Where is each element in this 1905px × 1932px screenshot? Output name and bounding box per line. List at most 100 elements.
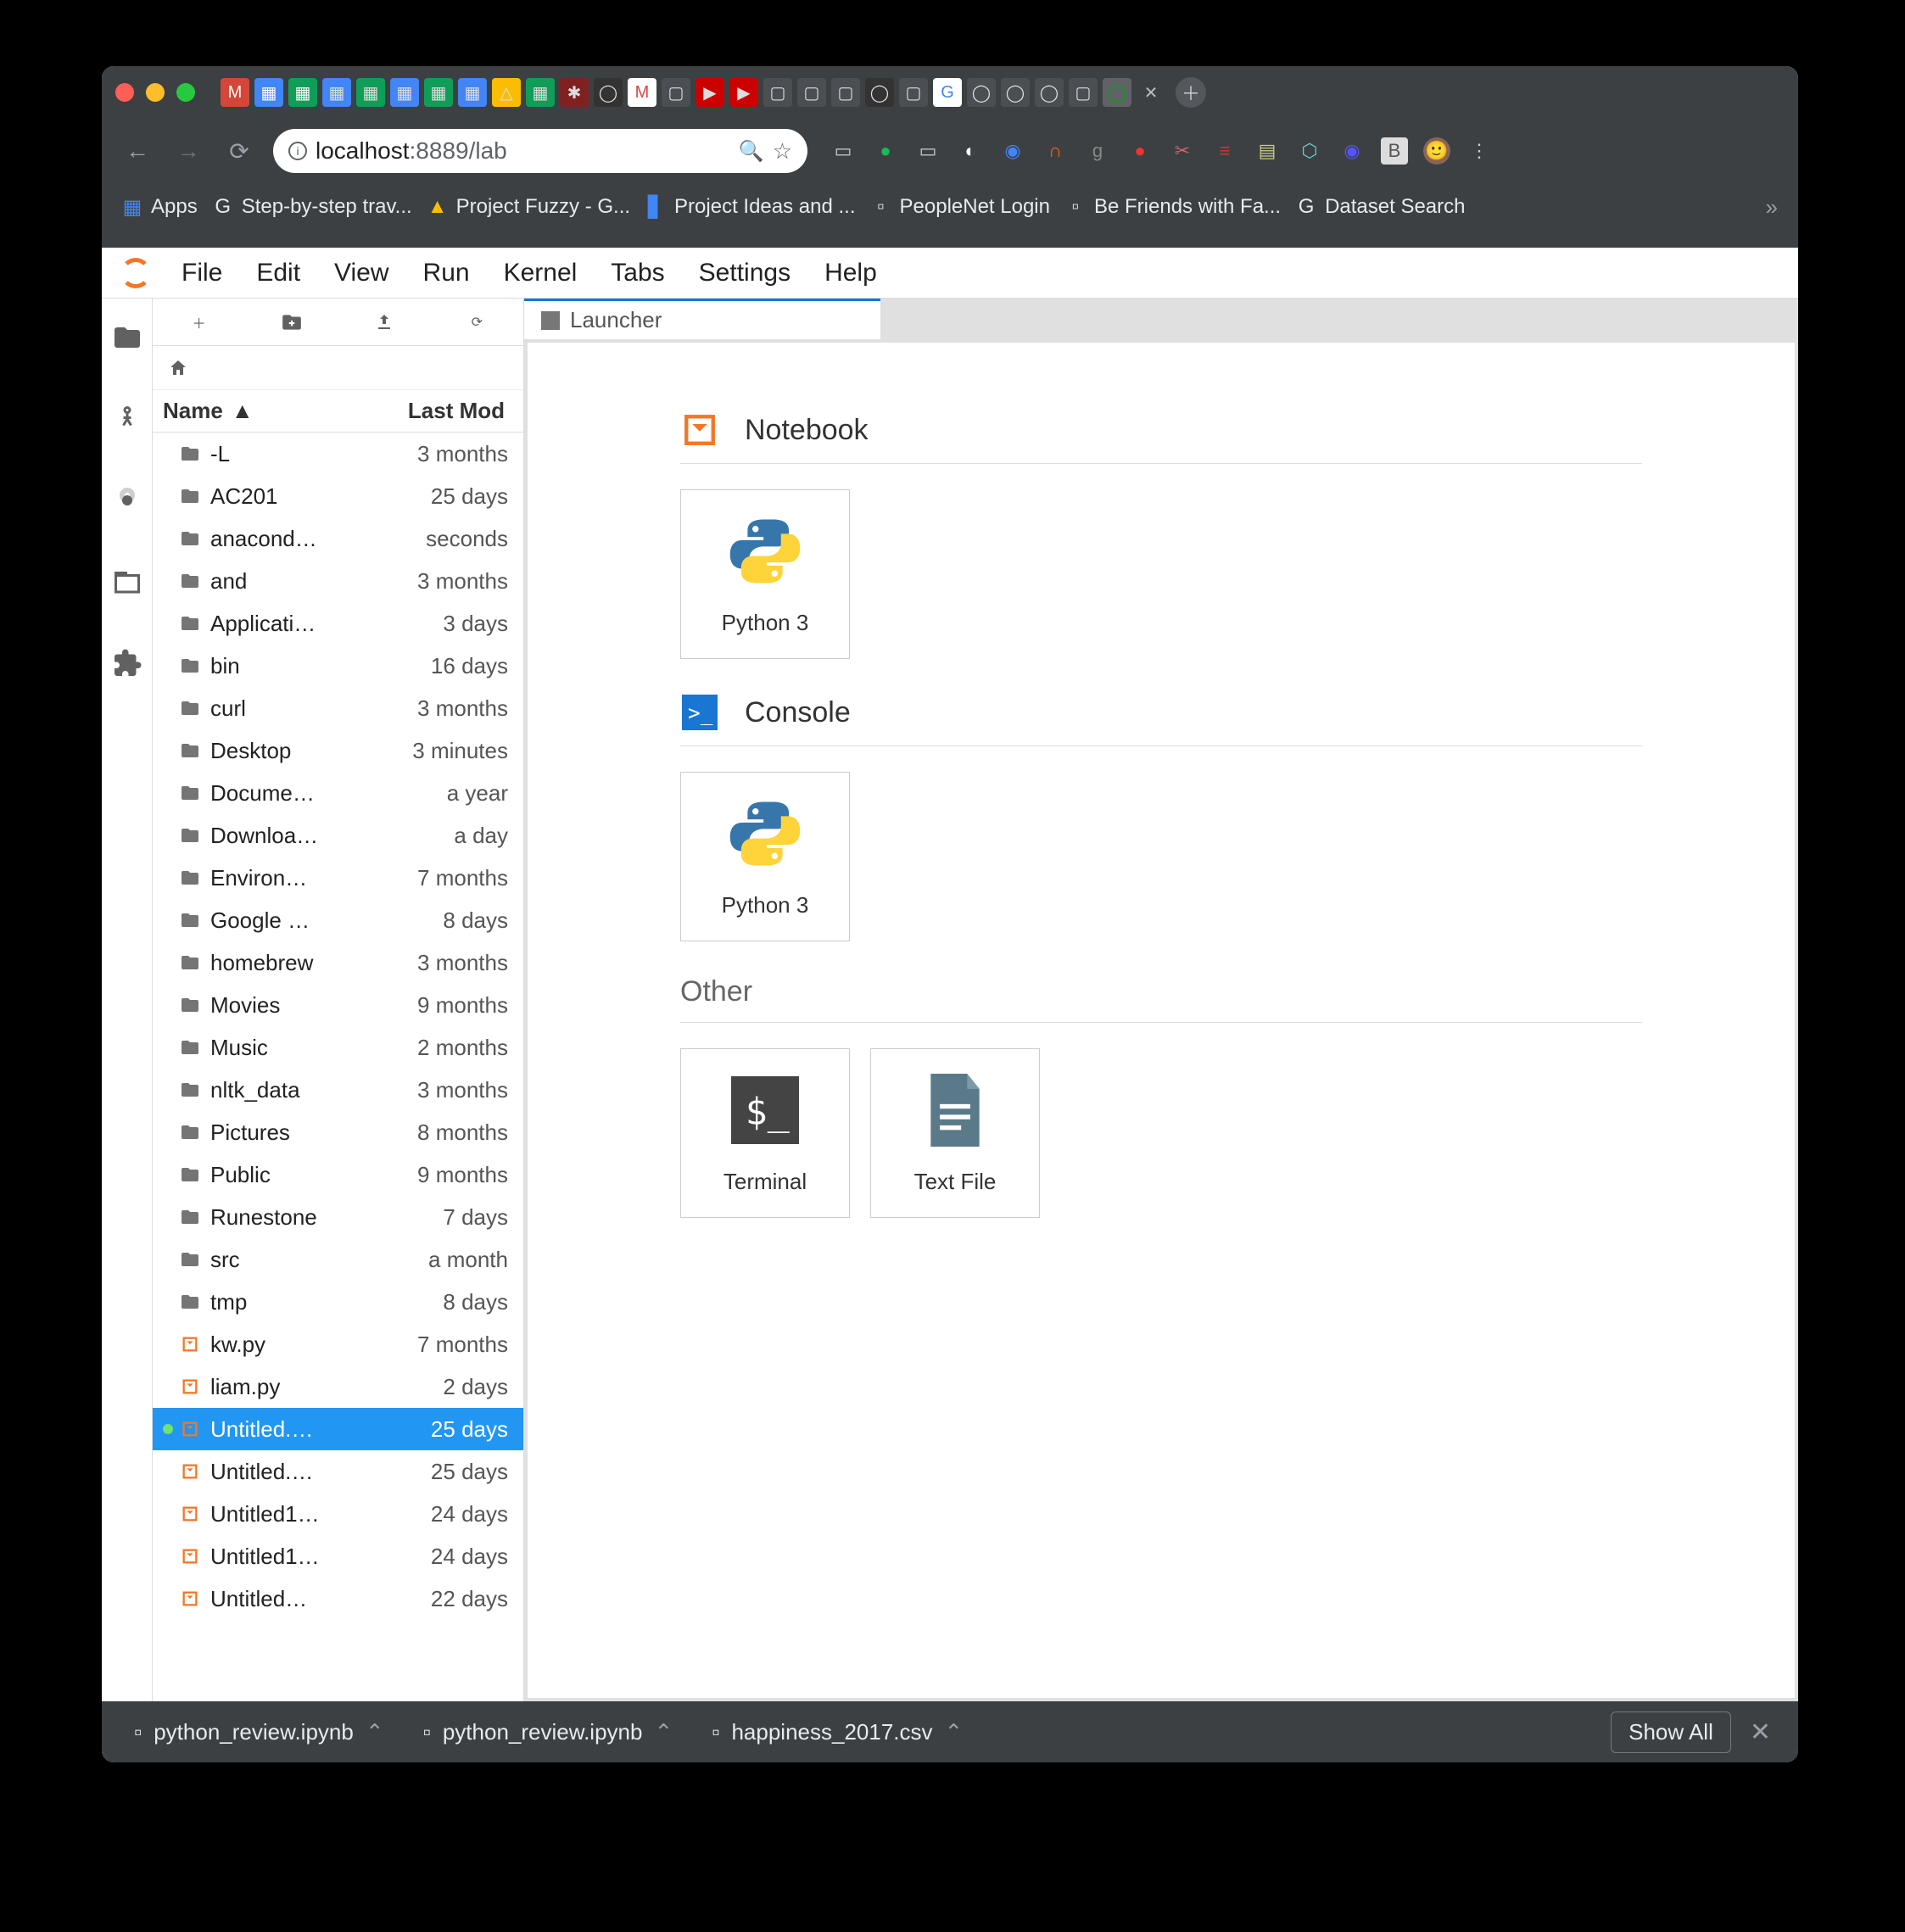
- folder-icon[interactable]: [112, 322, 142, 353]
- close-tab-icon[interactable]: ✕: [1137, 78, 1165, 107]
- address-bar[interactable]: i localhost:8889/lab 🔍 ☆: [273, 129, 807, 173]
- browser-tab[interactable]: ▦: [390, 78, 419, 107]
- browser-tab[interactable]: ▦: [254, 78, 283, 107]
- browser-tab[interactable]: ✱: [560, 78, 589, 107]
- file-item[interactable]: bin16 days: [153, 645, 523, 687]
- file-item[interactable]: and3 months: [153, 560, 523, 602]
- browser-tab[interactable]: △: [492, 78, 521, 107]
- bookmark-star-icon[interactable]: ☆: [773, 138, 792, 165]
- show-all-button[interactable]: Show All: [1611, 1711, 1731, 1753]
- menu-help[interactable]: Help: [807, 259, 894, 288]
- bookmark-item[interactable]: ▫PeopleNet Login: [871, 195, 1050, 219]
- extension-icon[interactable]: B: [1381, 137, 1408, 165]
- menu-run[interactable]: Run: [406, 259, 487, 288]
- chevron-up-icon[interactable]: ⌃: [945, 1719, 964, 1745]
- file-item[interactable]: Music2 months: [153, 1026, 523, 1069]
- commands-icon[interactable]: [112, 485, 142, 516]
- download-item[interactable]: ▫python_review.ipynb⌃: [119, 1714, 399, 1751]
- download-item[interactable]: ▫python_review.ipynb⌃: [408, 1714, 689, 1751]
- maximize-window[interactable]: [176, 83, 195, 102]
- browser-tab[interactable]: ◯: [1001, 78, 1030, 107]
- menu-file[interactable]: File: [165, 259, 239, 288]
- back-button[interactable]: ←: [120, 134, 154, 168]
- menu-view[interactable]: View: [317, 259, 405, 288]
- file-item[interactable]: Downloa…a day: [153, 814, 523, 857]
- browser-tab[interactable]: ▦: [424, 78, 453, 107]
- file-item[interactable]: -L3 months: [153, 433, 523, 475]
- bookmark-item[interactable]: ▲Project Fuzzy - G...: [427, 195, 630, 219]
- file-item[interactable]: Untitled…22 days: [153, 1577, 523, 1620]
- close-bar-icon[interactable]: ✕: [1740, 1717, 1781, 1747]
- browser-tab[interactable]: ▶: [729, 78, 758, 107]
- file-item[interactable]: anacond…seconds: [153, 517, 523, 560]
- file-item[interactable]: Applicati…3 days: [153, 602, 523, 645]
- browser-tab[interactable]: ◯: [967, 78, 996, 107]
- browser-tab[interactable]: ▢: [899, 78, 928, 107]
- menu-tabs[interactable]: Tabs: [594, 259, 681, 288]
- zoom-icon[interactable]: 🔍: [739, 139, 764, 164]
- browser-tab-active[interactable]: ◯: [1103, 78, 1131, 107]
- menu-kernel[interactable]: Kernel: [487, 259, 595, 288]
- browser-tab[interactable]: G: [933, 78, 962, 107]
- extension-icon[interactable]: ●: [872, 137, 899, 165]
- file-item[interactable]: srca month: [153, 1238, 523, 1281]
- chevron-up-icon[interactable]: ⌃: [366, 1719, 384, 1745]
- bookmark-item[interactable]: GDataset Search: [1296, 195, 1465, 219]
- bookmark-item[interactable]: ▋Project Ideas and ...: [645, 195, 855, 219]
- browser-tab[interactable]: ▢: [797, 78, 826, 107]
- col-modified[interactable]: Last Mod: [324, 398, 513, 424]
- launcher-card-python-3[interactable]: Python 3: [680, 772, 850, 941]
- refresh-icon[interactable]: ⟳: [463, 309, 490, 336]
- file-item[interactable]: Runestone7 days: [153, 1196, 523, 1238]
- upload-icon[interactable]: [371, 309, 398, 336]
- file-item[interactable]: Untitled1…24 days: [153, 1493, 523, 1535]
- bookmark-item[interactable]: GStep-by-step trav...: [213, 195, 412, 219]
- menu-edit[interactable]: Edit: [239, 259, 317, 288]
- extension-icon[interactable]: ◉: [1338, 137, 1366, 165]
- file-item[interactable]: Movies9 months: [153, 984, 523, 1026]
- extension-icon[interactable]: ▤: [1254, 137, 1281, 165]
- file-item[interactable]: Untitled.…25 days: [153, 1450, 523, 1493]
- file-item[interactable]: Desktop3 minutes: [153, 729, 523, 772]
- extension-icon[interactable]: ◐: [957, 137, 984, 165]
- apps-shortcut[interactable]: ▦ Apps: [122, 195, 198, 219]
- tabs-icon[interactable]: [112, 567, 142, 597]
- browser-tab[interactable]: ▢: [831, 78, 860, 107]
- extension-icon[interactable]: ✂: [1169, 137, 1196, 165]
- chevron-up-icon[interactable]: ⌃: [654, 1719, 673, 1745]
- tab-launcher[interactable]: Launcher: [524, 299, 880, 339]
- file-item[interactable]: nltk_data3 months: [153, 1069, 523, 1111]
- download-item[interactable]: ▫happiness_2017.csv⌃: [696, 1714, 978, 1751]
- file-item[interactable]: Untitled.…25 days: [153, 1408, 523, 1450]
- browser-tab[interactable]: M: [221, 78, 249, 107]
- extension-icon[interactable]: ⬡: [1296, 137, 1323, 165]
- launcher-card-terminal[interactable]: $_Terminal: [680, 1048, 850, 1218]
- browser-tab[interactable]: ▢: [763, 78, 792, 107]
- extension-icon[interactable]: g: [1084, 137, 1111, 165]
- new-folder-icon[interactable]: [278, 309, 305, 336]
- browser-tab[interactable]: ◯: [865, 78, 894, 107]
- extension-icon[interactable]: ▭: [830, 137, 857, 165]
- file-item[interactable]: Docume…a year: [153, 772, 523, 814]
- chrome-menu-icon[interactable]: ⋮: [1466, 137, 1493, 165]
- extension-icon[interactable]: ●: [1126, 137, 1154, 165]
- file-item[interactable]: Untitled1…24 days: [153, 1535, 523, 1577]
- browser-tab[interactable]: ▦: [322, 78, 351, 107]
- running-icon[interactable]: [112, 404, 142, 434]
- extension-icon[interactable]: ◉: [999, 137, 1026, 165]
- browser-tab[interactable]: ▢: [662, 78, 690, 107]
- new-tab-button[interactable]: ＋: [1176, 77, 1206, 108]
- bookmark-item[interactable]: ▫Be Friends with Fa...: [1065, 195, 1281, 219]
- file-item[interactable]: Public9 months: [153, 1153, 523, 1196]
- browser-tab[interactable]: ▦: [356, 78, 385, 107]
- browser-tab[interactable]: ◯: [1035, 78, 1064, 107]
- minimize-window[interactable]: [146, 83, 165, 102]
- new-launcher-icon[interactable]: ＋: [186, 309, 213, 336]
- browser-tab[interactable]: ▦: [288, 78, 317, 107]
- file-item[interactable]: liam.py2 days: [153, 1365, 523, 1408]
- browser-tab[interactable]: ▦: [458, 78, 487, 107]
- file-item[interactable]: Pictures8 months: [153, 1111, 523, 1153]
- extension-icon[interactable]: ∩: [1042, 137, 1069, 165]
- profile-avatar[interactable]: 🙂: [1423, 137, 1450, 165]
- file-item[interactable]: homebrew3 months: [153, 941, 523, 984]
